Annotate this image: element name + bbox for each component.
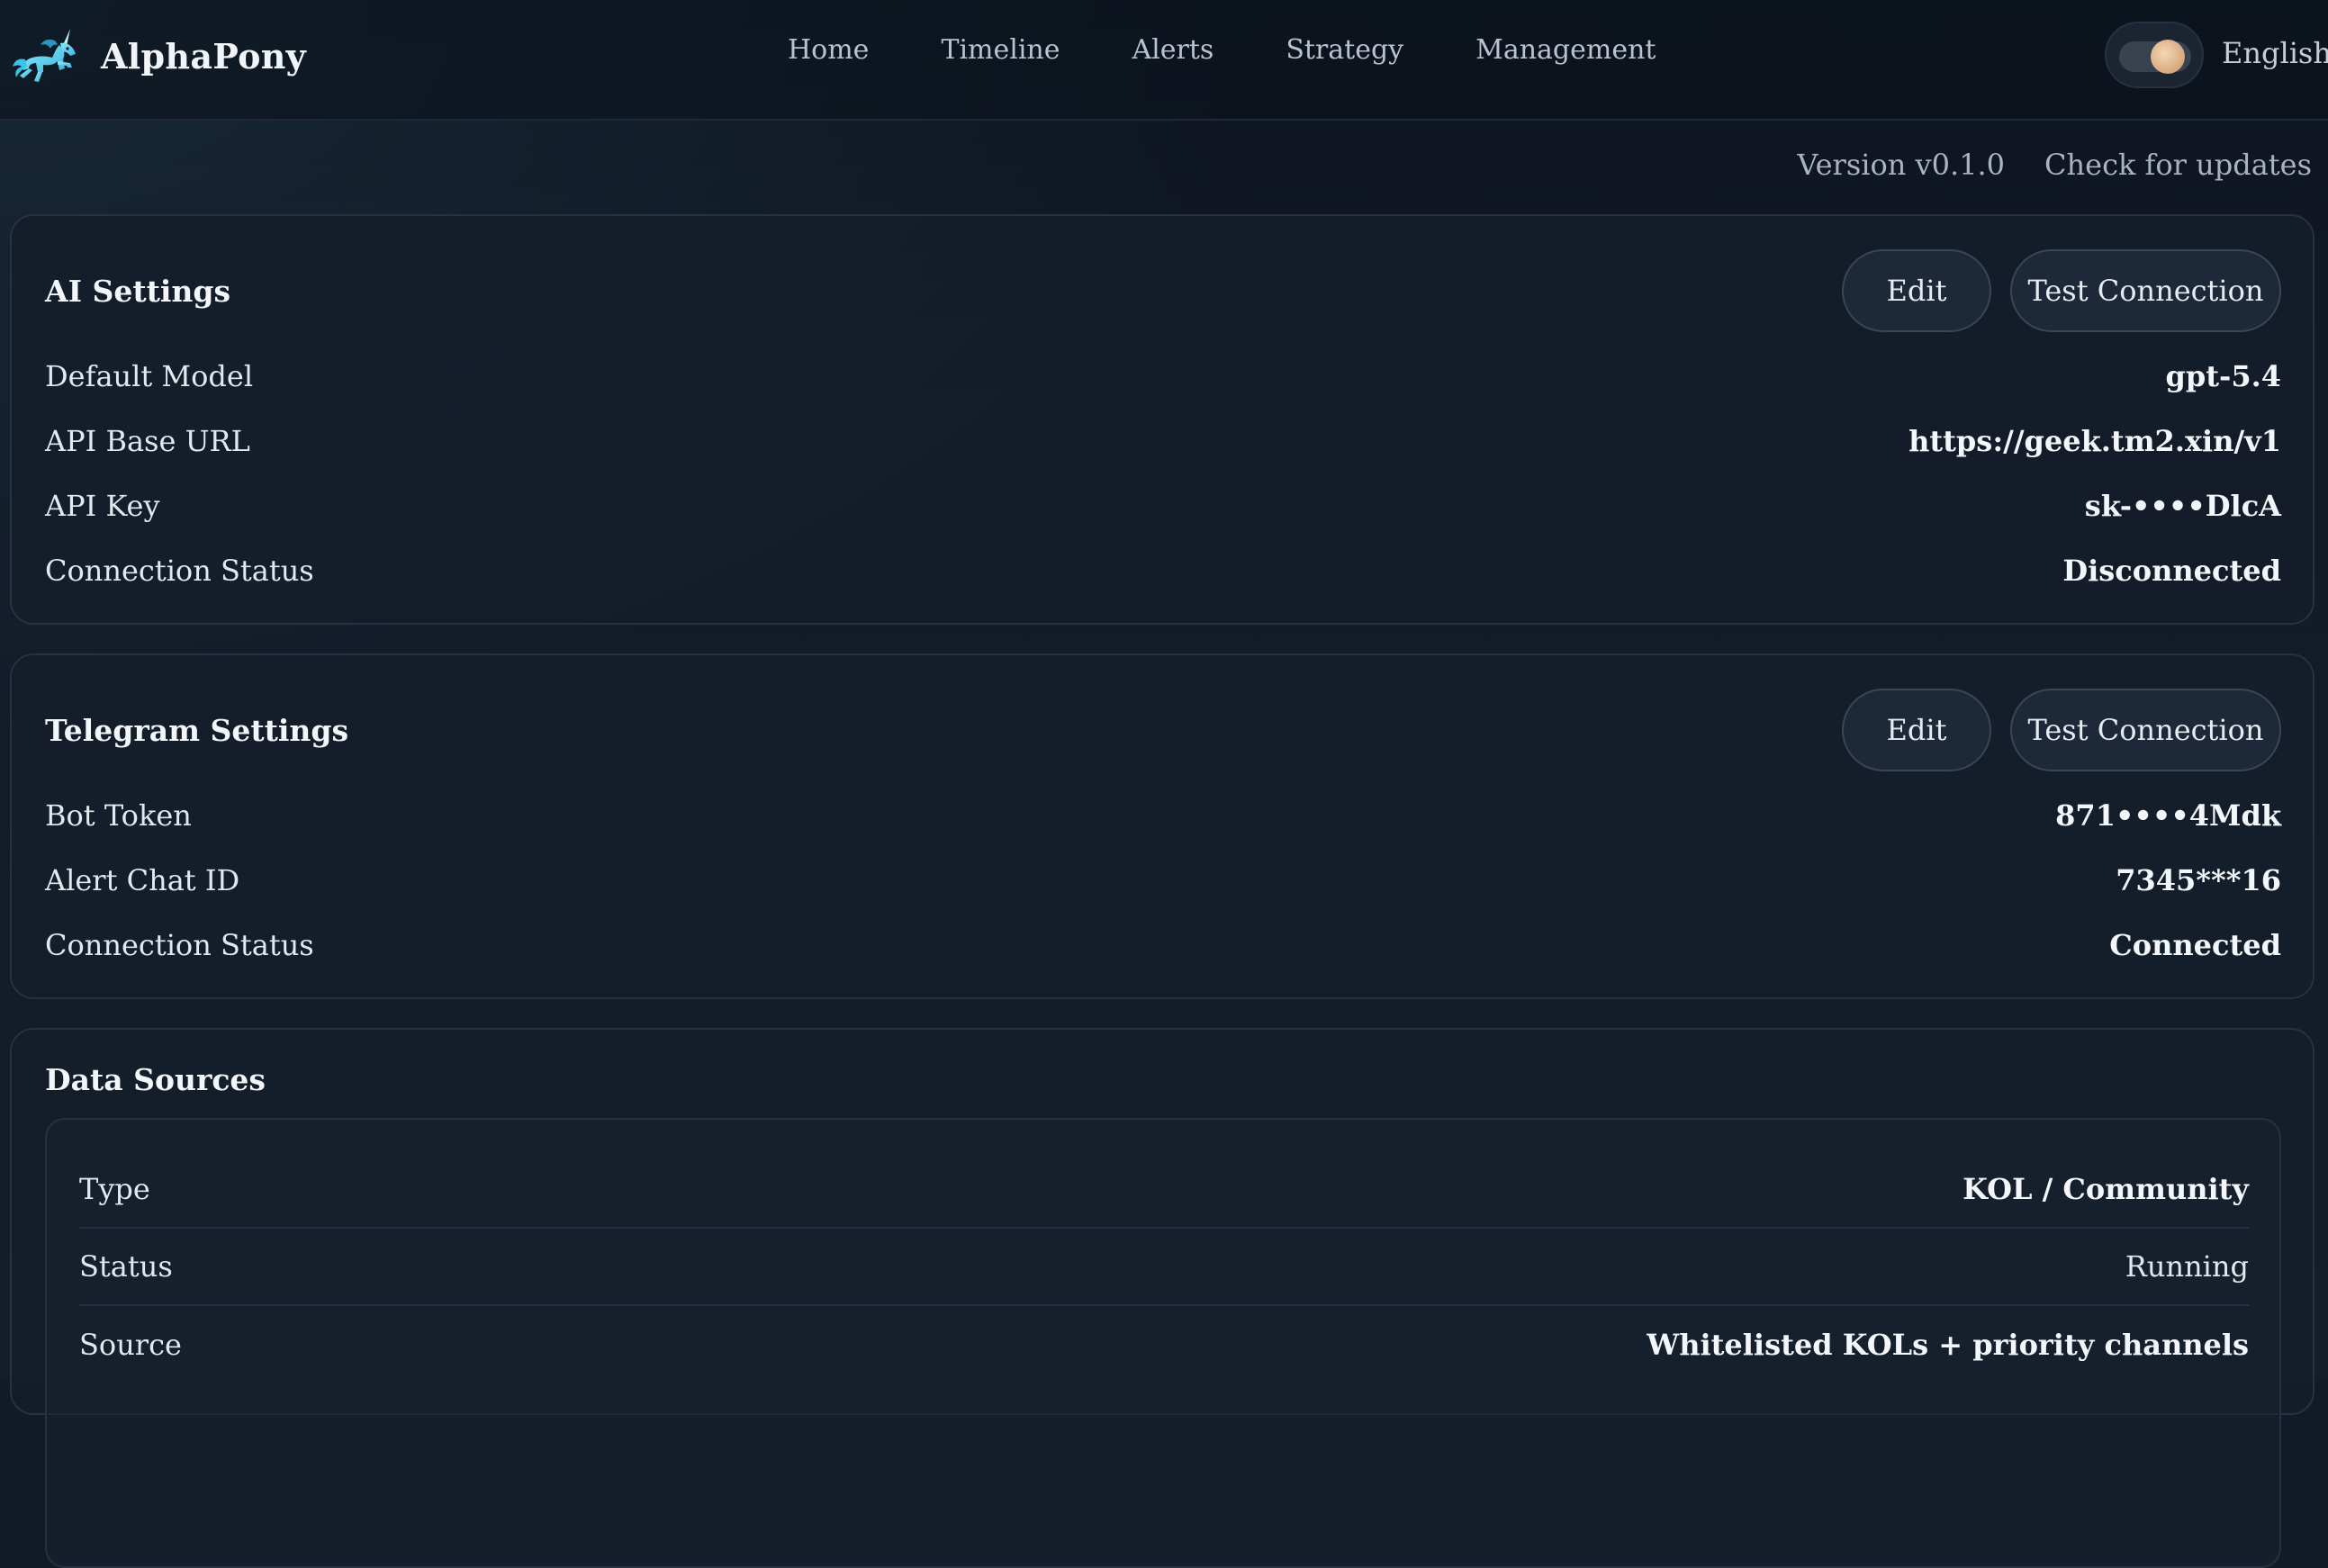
theme-toggle-icon bbox=[2151, 40, 2185, 74]
nav-item-home[interactable]: Home bbox=[788, 34, 869, 66]
setting-row-api-base-url: API Base URL https://geek.tm2.xin/v1 bbox=[45, 419, 2281, 464]
edit-button[interactable]: Edit bbox=[1842, 689, 1991, 771]
nav-item-management[interactable]: Management bbox=[1475, 34, 1656, 66]
setting-row-api-key: API Key sk-••••DlcA bbox=[45, 483, 2281, 528]
data-source-row-source: Source Whitelisted KOLs + priority chann… bbox=[79, 1306, 2249, 1383]
setting-row-connection-status: Connection Status Connected bbox=[45, 923, 2281, 968]
setting-label: Bot Token bbox=[45, 798, 192, 833]
card-title: Data Sources bbox=[45, 1062, 266, 1097]
nav-item-timeline[interactable]: Timeline bbox=[941, 34, 1060, 66]
data-source-row-status: Status Running bbox=[79, 1229, 2249, 1306]
card-title: AI Settings bbox=[45, 274, 231, 309]
version-bar: Version v0.1.0 Check for updates bbox=[1797, 148, 2312, 182]
setting-value: sk-••••DlcA bbox=[2084, 489, 2281, 523]
test-connection-button[interactable]: Test Connection bbox=[2010, 249, 2281, 332]
brand[interactable]: AlphaPony bbox=[11, 27, 306, 85]
theme-toggle[interactable] bbox=[2105, 22, 2204, 88]
test-connection-button[interactable]: Test Connection bbox=[2010, 689, 2281, 771]
data-source-value: Whitelisted KOLs + priority channels bbox=[1647, 1328, 2249, 1362]
data-sources-card: Data Sources Type KOL / Community Status… bbox=[10, 1028, 2314, 1568]
data-source-label: Type bbox=[79, 1172, 150, 1206]
setting-row-default-model: Default Model gpt-5.4 bbox=[45, 354, 2281, 399]
data-source-item: Type KOL / Community Status Running Sour… bbox=[45, 1118, 2281, 1568]
setting-row-alert-chat-id: Alert Chat ID 7345***16 bbox=[45, 858, 2281, 903]
data-source-label: Source bbox=[79, 1328, 182, 1362]
check-updates-link[interactable]: Check for updates bbox=[2044, 148, 2312, 182]
app-name: AlphaPony bbox=[101, 35, 307, 77]
nav-item-strategy[interactable]: Strategy bbox=[1286, 34, 1403, 66]
version-label: Version v0.1.0 bbox=[1797, 148, 2006, 182]
setting-label: API Key bbox=[45, 489, 160, 523]
setting-row-connection-status: Connection Status Disconnected bbox=[45, 548, 2281, 593]
edit-button[interactable]: Edit bbox=[1842, 249, 1991, 332]
data-source-label: Status bbox=[79, 1249, 173, 1284]
data-source-row-type: Type KOL / Community bbox=[79, 1151, 2249, 1229]
setting-value: 7345***16 bbox=[2116, 863, 2281, 897]
setting-value: gpt-5.4 bbox=[2165, 359, 2281, 393]
setting-row-bot-token: Bot Token 871••••4Mdk bbox=[45, 793, 2281, 838]
setting-label: Connection Status bbox=[45, 554, 314, 588]
setting-label: Default Model bbox=[45, 359, 254, 393]
data-source-status: Running bbox=[2125, 1249, 2249, 1284]
setting-value: 871••••4Mdk bbox=[2055, 798, 2281, 833]
setting-label: Connection Status bbox=[45, 928, 314, 962]
card-title: Telegram Settings bbox=[45, 713, 349, 748]
data-source-value: KOL / Community bbox=[1963, 1172, 2249, 1206]
status-value: Disconnected bbox=[2062, 554, 2281, 588]
ai-settings-card: AI Settings Edit Test Connection Default… bbox=[10, 214, 2314, 625]
language-selector[interactable]: English bbox=[2222, 36, 2328, 70]
telegram-settings-card: Telegram Settings Edit Test Connection B… bbox=[10, 653, 2314, 999]
setting-value: https://geek.tm2.xin/v1 bbox=[1908, 424, 2281, 458]
main-nav: Home Timeline Alerts Strategy Management bbox=[788, 34, 1656, 66]
setting-label: Alert Chat ID bbox=[45, 863, 240, 897]
unicorn-logo-icon bbox=[13, 29, 76, 82]
setting-label: API Base URL bbox=[45, 424, 250, 458]
top-navbar: AlphaPony Home Timeline Alerts Strategy … bbox=[0, 0, 2328, 121]
nav-item-alerts[interactable]: Alerts bbox=[1132, 34, 1214, 66]
status-value: Connected bbox=[2109, 928, 2281, 962]
